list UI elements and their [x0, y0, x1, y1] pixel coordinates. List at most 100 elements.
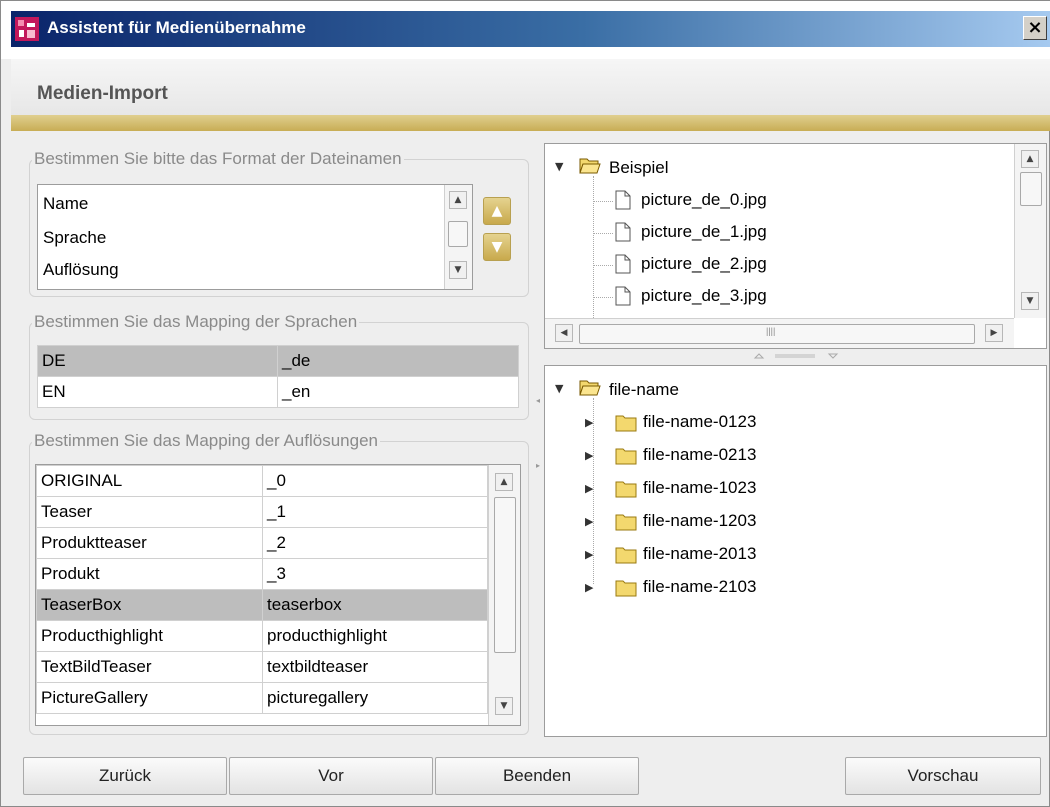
table-cell[interactable]: picturegallery	[262, 682, 488, 714]
collapsed-triangle-icon[interactable]: ▶	[585, 449, 593, 462]
expand-triangle-icon[interactable]: ▼	[555, 382, 563, 395]
format-listbox[interactable]: Name Sprache Auflösung ▲ ▼	[37, 184, 473, 290]
table-cell[interactable]: PictureGallery	[36, 682, 263, 714]
scroll-down-icon[interactable]: ▼	[1021, 292, 1039, 310]
table-cell[interactable]: _de	[277, 345, 519, 377]
table-cell[interactable]: _en	[277, 376, 519, 408]
list-item[interactable]: Sprache	[43, 228, 106, 248]
scroll-right-icon[interactable]: ▶	[985, 324, 1003, 342]
collapsed-triangle-icon[interactable]: ▶	[585, 548, 593, 561]
close-button[interactable]: ×	[1023, 16, 1047, 40]
example-tree-vscrollbar[interactable]: ▲ ▼	[1014, 144, 1046, 318]
tree-folder-label[interactable]: file-name-2013	[643, 544, 756, 564]
table-cell[interactable]: _1	[262, 496, 488, 528]
table-cell[interactable]: producthighlight	[262, 620, 488, 652]
back-button[interactable]: Zurück	[23, 757, 227, 795]
scroll-grip: ||||	[766, 326, 776, 336]
folder-icon	[615, 580, 637, 597]
example-tree-panel: ▼ Beispiel picture_de_0.jpg picture_de_1…	[544, 143, 1047, 349]
table-row[interactable]: Producthighlight producthighlight	[36, 620, 488, 652]
table-cell[interactable]: TeaserBox	[36, 589, 263, 621]
tree-guide-line	[593, 265, 613, 266]
scroll-thumb[interactable]: ||||	[579, 324, 975, 344]
table-row[interactable]: Teaser _1	[36, 496, 488, 528]
list-item[interactable]: Name	[43, 194, 88, 214]
list-item[interactable]: Auflösung	[43, 260, 119, 280]
table-cell[interactable]: teaserbox	[262, 589, 488, 621]
tree-root-label[interactable]: file-name	[609, 380, 679, 400]
move-down-button[interactable]: ▼	[483, 233, 511, 261]
tree-folder-label[interactable]: file-name-0123	[643, 412, 756, 432]
file-icon	[615, 222, 631, 242]
tree-folder-label[interactable]: file-name-2103	[643, 577, 756, 597]
folder-icon	[615, 448, 637, 465]
expand-triangle-icon[interactable]: ▼	[555, 160, 563, 173]
resolution-table-container: ORIGINAL _0 Teaser _1 Produktteaser _2 P…	[35, 464, 521, 726]
vertical-splitter[interactable]: ◂ ▸	[534, 141, 544, 741]
tree-folder-label[interactable]: file-name-1203	[643, 511, 756, 531]
move-up-button[interactable]: ▲	[483, 197, 511, 225]
table-cell[interactable]: DE	[37, 345, 278, 377]
tree-folder-label[interactable]: file-name-1023	[643, 478, 756, 498]
table-cell[interactable]: Produkt	[36, 558, 263, 590]
example-tree-hscrollbar[interactable]: ◀ |||| ▶	[545, 318, 1014, 348]
window-title: Assistent für Medienübernahme	[47, 18, 306, 37]
format-list-scrollbar[interactable]: ▲ ▼	[444, 185, 472, 289]
tree-guide-line	[593, 176, 594, 322]
table-cell[interactable]: Produktteaser	[36, 527, 263, 559]
collapse-left-icon[interactable]: ◂	[536, 396, 540, 405]
table-cell[interactable]: TextBildTeaser	[36, 651, 263, 683]
table-cell[interactable]: _2	[262, 527, 488, 559]
file-icon	[615, 254, 631, 274]
table-row[interactable]: TeaserBox teaserbox	[36, 589, 488, 621]
folder-open-icon	[579, 380, 601, 396]
tree-file-label[interactable]: picture_de_3.jpg	[641, 286, 767, 306]
table-row[interactable]: Produkt _3	[36, 558, 488, 590]
scroll-left-icon[interactable]: ◀	[555, 324, 573, 342]
table-cell[interactable]: EN	[37, 376, 278, 408]
collapsed-triangle-icon[interactable]: ▶	[585, 416, 593, 429]
file-icon	[615, 286, 631, 306]
scroll-up-icon[interactable]: ▲	[495, 473, 513, 491]
table-cell[interactable]: Producthighlight	[36, 620, 263, 652]
collapsed-triangle-icon[interactable]: ▶	[585, 581, 593, 594]
table-cell[interactable]: textbildteaser	[262, 651, 488, 683]
table-row[interactable]: Produktteaser _2	[36, 527, 488, 559]
collapsed-triangle-icon[interactable]: ▶	[585, 482, 593, 495]
table-row[interactable]: EN _en	[37, 376, 519, 408]
tree-folder-label[interactable]: file-name-0213	[643, 445, 756, 465]
resolution-table: ORIGINAL _0 Teaser _1 Produktteaser _2 P…	[36, 465, 488, 714]
tree-file-label[interactable]: picture_de_1.jpg	[641, 222, 767, 242]
tree-file-label[interactable]: picture_de_2.jpg	[641, 254, 767, 274]
scroll-up-icon[interactable]: ▲	[449, 191, 467, 209]
table-row[interactable]: PictureGallery picturegallery	[36, 682, 488, 714]
scroll-thumb[interactable]	[448, 221, 468, 247]
table-cell[interactable]: ORIGINAL	[36, 465, 263, 497]
collapse-right-icon[interactable]: ▸	[536, 461, 540, 470]
horizontal-splitter[interactable]	[539, 349, 1050, 363]
table-cell[interactable]: _3	[262, 558, 488, 590]
scroll-down-icon[interactable]: ▼	[449, 261, 467, 279]
finish-button[interactable]: Beenden	[435, 757, 639, 795]
tree-file-label[interactable]: picture_de_0.jpg	[641, 190, 767, 210]
folder-icon	[615, 481, 637, 498]
scroll-thumb[interactable]	[1020, 172, 1042, 206]
table-cell[interactable]: Teaser	[36, 496, 263, 528]
app-icon	[15, 17, 39, 41]
preview-button[interactable]: Vorschau	[845, 757, 1041, 795]
table-row[interactable]: DE _de	[37, 345, 519, 377]
collapsed-triangle-icon[interactable]: ▶	[585, 515, 593, 528]
splitter-grip-icon[interactable]	[749, 352, 849, 360]
folder-icon	[615, 514, 637, 531]
language-group-legend: Bestimmen Sie das Mapping der Sprachen	[32, 312, 360, 332]
table-row[interactable]: TextBildTeaser textbildteaser	[36, 651, 488, 683]
resolution-group-legend: Bestimmen Sie das Mapping der Auflösunge…	[32, 431, 380, 451]
table-cell[interactable]: _0	[262, 465, 488, 497]
table-row[interactable]: ORIGINAL _0	[36, 465, 488, 497]
tree-root-label[interactable]: Beispiel	[609, 158, 669, 178]
resolution-table-scrollbar[interactable]: ▲ ▼	[488, 465, 520, 725]
scroll-up-icon[interactable]: ▲	[1021, 150, 1039, 168]
next-button[interactable]: Vor	[229, 757, 433, 795]
scroll-down-icon[interactable]: ▼	[495, 697, 513, 715]
scroll-thumb[interactable]	[494, 497, 516, 653]
